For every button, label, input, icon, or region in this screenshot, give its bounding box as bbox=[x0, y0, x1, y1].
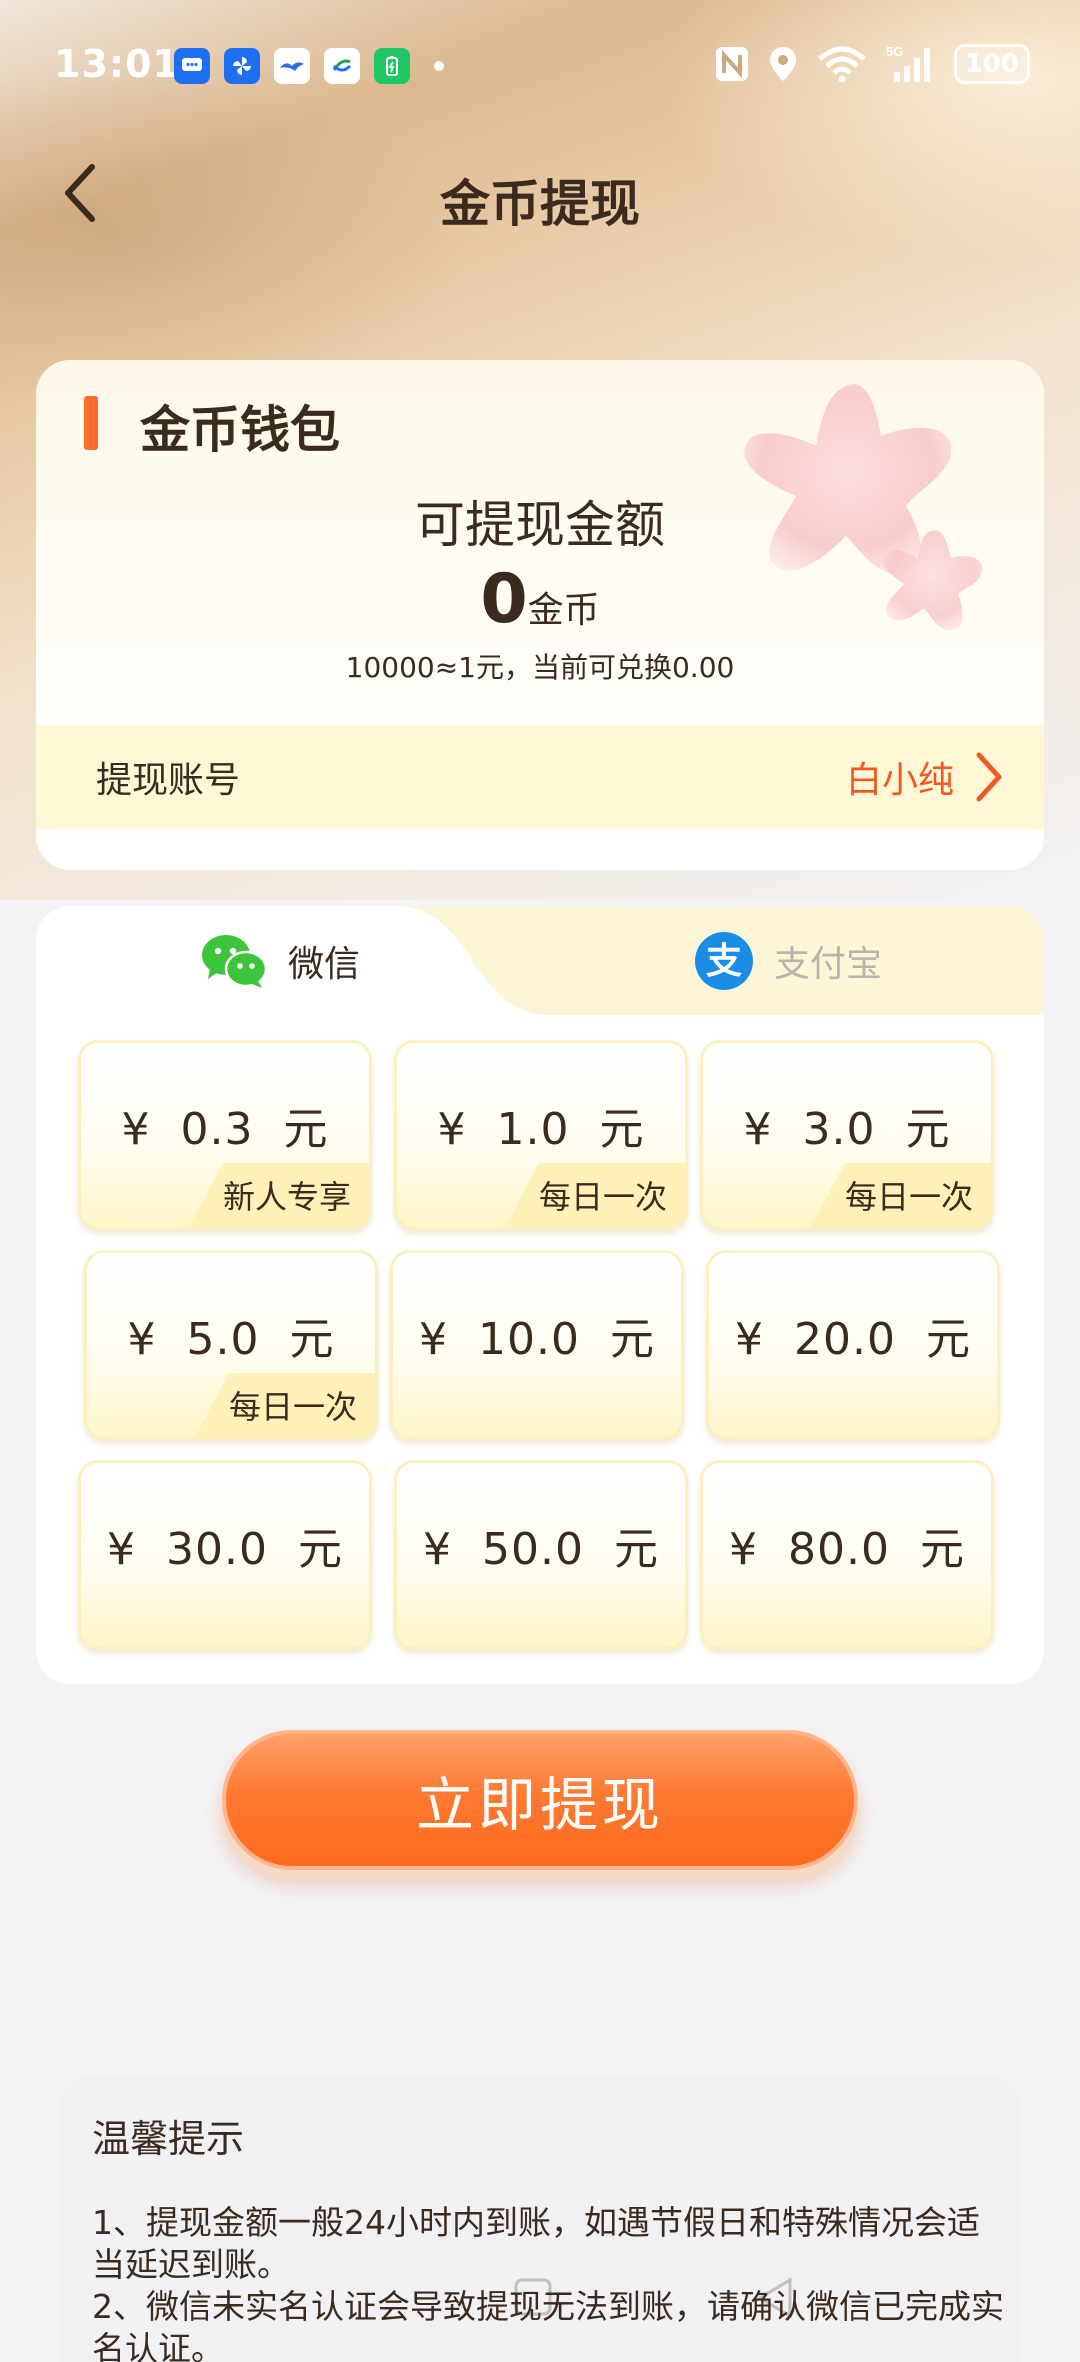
coin-unit: 金币 bbox=[527, 590, 600, 631]
tab-wechat-label: 微信 bbox=[288, 944, 361, 985]
amount-tag: 新人专享 bbox=[188, 1163, 369, 1227]
payment-method-card: 微信 支 支付宝 ¥ 0.3 元 新人专享 ¥ 1.0 元 每日一次 ¥ 3.0… bbox=[36, 906, 1044, 1684]
svg-text:支: 支 bbox=[706, 941, 742, 982]
amount-value: ¥ 30.0 元 bbox=[107, 1524, 343, 1575]
amount-option-5-0[interactable]: ¥ 5.0 元 每日一次 bbox=[84, 1250, 378, 1440]
coin-balance: 0金币 bbox=[36, 560, 1044, 639]
tips-title: 温馨提示 bbox=[92, 2117, 245, 2161]
notification-icons bbox=[174, 48, 444, 84]
amount-value: ¥ 20.0 元 bbox=[735, 1314, 971, 1365]
withdraw-now-button[interactable]: 立即提现 bbox=[222, 1730, 858, 1870]
battery-indicator: 100 bbox=[953, 44, 1030, 84]
wallet-title: 金币钱包 bbox=[140, 401, 340, 459]
alipay-icon: 支 bbox=[695, 932, 753, 990]
exchange-rate-text: 10000≈1元，当前可兑换0.00 bbox=[345, 651, 735, 684]
nfc-icon bbox=[715, 47, 748, 81]
bird-app-icon bbox=[274, 48, 310, 84]
amount-option-30-0[interactable]: ¥ 30.0 元 bbox=[78, 1460, 372, 1650]
back-nav-icon bbox=[757, 2277, 792, 2319]
location-icon bbox=[769, 47, 796, 81]
status-bar: 13:01 5G 100 bbox=[0, 0, 1080, 130]
amount-tag: 每日一次 bbox=[194, 1373, 375, 1437]
pinwheel-app-icon bbox=[224, 48, 260, 84]
withdraw-account-row[interactable]: 提现账号 白小纯 bbox=[36, 725, 1044, 829]
wallet-card: 金币钱包 可提现金额 0金币 10000≈1元，当前可兑换0.00 提现账号 白… bbox=[36, 360, 1044, 870]
tab-wechat[interactable]: 微信 bbox=[200, 906, 360, 1016]
amount-option-3-0[interactable]: ¥ 3.0 元 每日一次 bbox=[700, 1040, 994, 1230]
home-nav-icon bbox=[514, 2278, 552, 2316]
svg-text:5G: 5G bbox=[886, 44, 903, 59]
amount-option-80-0[interactable]: ¥ 80.0 元 bbox=[700, 1460, 994, 1650]
wechat-icon bbox=[202, 935, 268, 988]
amount-value: ¥ 80.0 元 bbox=[729, 1524, 965, 1575]
signal-5g-icon: 5G bbox=[886, 44, 930, 82]
coin-amount: 0 bbox=[480, 560, 528, 639]
amount-option-1-0[interactable]: ¥ 1.0 元 每日一次 bbox=[394, 1040, 688, 1230]
payment-tab-bar bbox=[36, 906, 1044, 1016]
amount-option-20-0[interactable]: ¥ 20.0 元 bbox=[706, 1250, 1000, 1440]
tab-alipay[interactable]: 支 支付宝 bbox=[694, 906, 882, 1016]
amount-value: ¥ 3.0 元 bbox=[743, 1104, 951, 1155]
active-tab-background bbox=[36, 906, 1044, 1016]
amount-value: ¥ 5.0 元 bbox=[127, 1314, 335, 1365]
amount-option-0-3[interactable]: ¥ 0.3 元 新人专享 bbox=[78, 1040, 372, 1230]
amount-value: ¥ 0.3 元 bbox=[121, 1104, 329, 1155]
chevron-right-icon bbox=[976, 752, 1002, 802]
message-app-icon bbox=[174, 48, 210, 84]
system-icons: 5G 100 bbox=[714, 44, 1030, 84]
amount-tag: 每日一次 bbox=[810, 1163, 991, 1227]
account-label: 提现账号 bbox=[96, 760, 241, 801]
page-title: 金币提现 bbox=[440, 175, 640, 233]
china-mobile-icon bbox=[324, 48, 360, 84]
withdrawable-label: 可提现金额 bbox=[415, 496, 665, 554]
system-navigation-bar bbox=[514, 2277, 792, 2319]
battery-saver-icon bbox=[374, 48, 410, 84]
account-name: 白小纯 bbox=[845, 760, 954, 801]
account-value: 白小纯 bbox=[846, 751, 1004, 803]
amount-option-50-0[interactable]: ¥ 50.0 元 bbox=[394, 1460, 688, 1650]
amount-tag: 每日一次 bbox=[504, 1163, 685, 1227]
wifi-icon bbox=[818, 46, 866, 83]
status-time: 13:01 bbox=[54, 42, 180, 86]
tab-alipay-label: 支付宝 bbox=[774, 944, 883, 985]
amount-value: ¥ 1.0 元 bbox=[437, 1104, 645, 1155]
amount-option-10-0[interactable]: ¥ 10.0 元 bbox=[390, 1250, 684, 1440]
more-notifications-dot bbox=[434, 61, 444, 71]
section-accent-bar bbox=[84, 396, 98, 450]
amount-value: ¥ 50.0 元 bbox=[423, 1524, 659, 1575]
amount-value: ¥ 10.0 元 bbox=[419, 1314, 655, 1365]
